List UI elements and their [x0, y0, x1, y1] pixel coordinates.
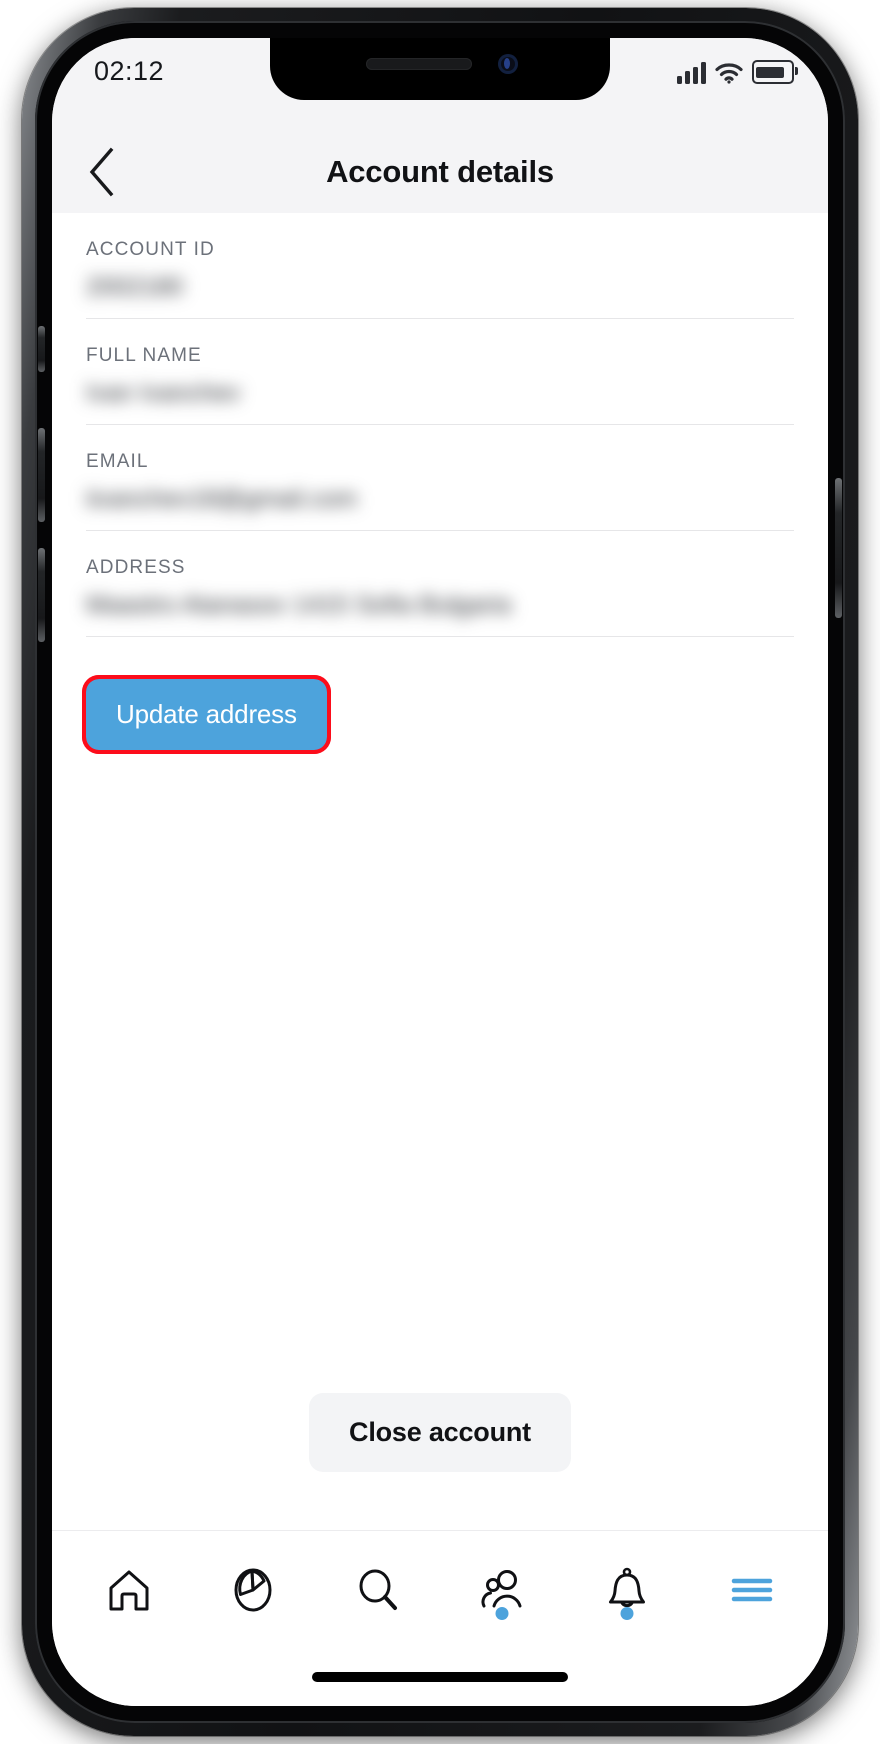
- field-label-account-id: ACCOUNT ID: [86, 239, 215, 260]
- field-value-address: Maastro Atanasov 1415 Sofia Bulgaria: [86, 591, 512, 619]
- notch: [270, 38, 610, 100]
- field-address: ADDRESS Maastro Atanasov 1415 Sofia Bulg…: [86, 531, 794, 637]
- front-camera-icon: [498, 54, 518, 74]
- tab-notifications[interactable]: [584, 1546, 670, 1634]
- volume-down-button[interactable]: [38, 548, 45, 642]
- bottom-tab-bar: [52, 1530, 828, 1648]
- status-bar: 02:12: [52, 38, 828, 130]
- update-address-container: Update address: [82, 675, 331, 754]
- volume-up-button[interactable]: [38, 428, 45, 522]
- close-account-container: Close account: [86, 1393, 794, 1530]
- chevron-left-icon: [89, 147, 114, 196]
- field-full-name: FULL NAME Ivan Ivanchev: [86, 319, 794, 425]
- tab-contacts[interactable]: [459, 1546, 545, 1634]
- tab-search[interactable]: [335, 1546, 421, 1634]
- battery-icon: [752, 60, 798, 84]
- search-icon: [359, 1569, 397, 1610]
- update-address-button[interactable]: Update address: [82, 675, 331, 754]
- mute-switch-button[interactable]: [38, 326, 45, 372]
- notifications-badge-dot: [620, 1606, 634, 1620]
- pie-chart-icon: [234, 1568, 272, 1611]
- field-account-id: ACCOUNT ID 2002180: [86, 213, 794, 319]
- tab-home[interactable]: [86, 1546, 172, 1634]
- field-value-account-id: 2002180: [86, 273, 184, 301]
- phone-screen: 02:12 Account details ACCOUNT ID 2002180…: [52, 38, 828, 1706]
- screen-bezel: 02:12 Account details ACCOUNT ID 2002180…: [52, 38, 828, 1706]
- phone-frame: 02:12 Account details ACCOUNT ID 2002180…: [22, 8, 858, 1736]
- page-title: Account details: [326, 153, 554, 189]
- field-label-email: EMAIL: [86, 451, 149, 472]
- home-icon: [109, 1570, 149, 1610]
- account-details-form: ACCOUNT ID 2002180 FULL NAME Ivan Ivanch…: [52, 213, 828, 1530]
- status-bar-time: 02:12: [94, 56, 165, 86]
- cellular-signal-icon: [677, 62, 706, 84]
- close-account-button[interactable]: Close account: [309, 1393, 571, 1472]
- field-label-address: ADDRESS: [86, 557, 186, 578]
- power-button[interactable]: [835, 478, 842, 618]
- field-label-full-name: FULL NAME: [86, 345, 202, 366]
- home-indicator-area: [52, 1648, 828, 1706]
- status-bar-icons: [677, 60, 798, 84]
- home-indicator[interactable]: [312, 1672, 568, 1682]
- navigation-header: Account details: [52, 130, 828, 213]
- wifi-icon: [715, 63, 743, 84]
- hamburger-menu-icon: [731, 1578, 773, 1601]
- back-button[interactable]: [70, 140, 134, 204]
- field-email: EMAIL iivanchev18@gmail.com: [86, 425, 794, 531]
- field-value-full-name: Ivan Ivanchev: [86, 379, 241, 407]
- tab-menu[interactable]: [708, 1546, 794, 1634]
- earpiece-speaker-icon: [366, 58, 472, 70]
- field-value-email: iivanchev18@gmail.com: [86, 485, 358, 513]
- contacts-badge-dot: [495, 1606, 509, 1620]
- tab-analytics[interactable]: [210, 1546, 296, 1634]
